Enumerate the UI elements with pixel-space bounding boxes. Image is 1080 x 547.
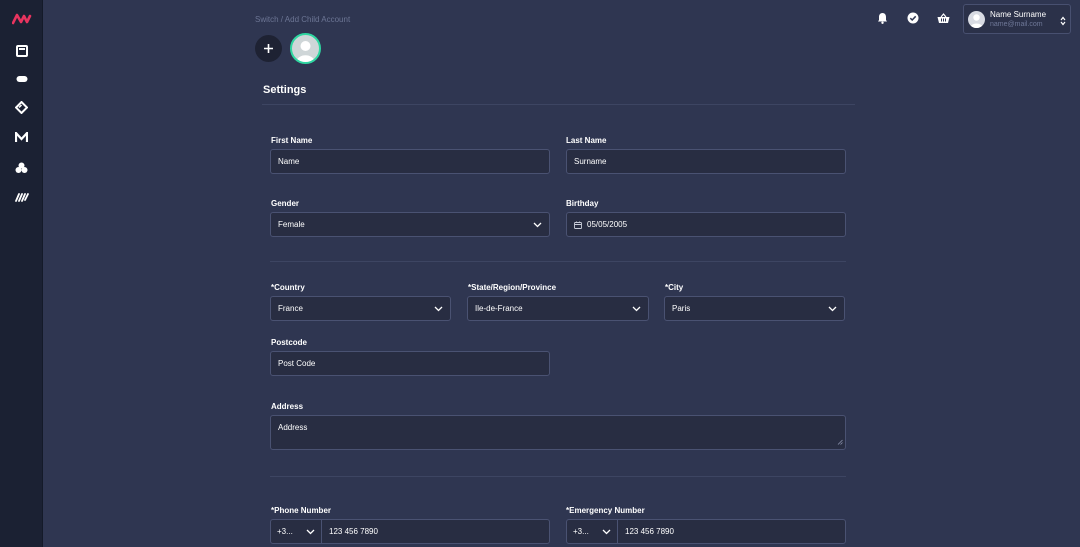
gender-value: Female: [278, 220, 305, 229]
diamond-icon[interactable]: [0, 97, 43, 117]
gender-label: Gender: [271, 199, 300, 208]
country-label: *Country: [271, 283, 305, 292]
calendar-icon: [574, 221, 582, 229]
child-avatar[interactable]: [290, 33, 321, 64]
sidebar: [0, 0, 43, 547]
page-title: Settings: [263, 84, 307, 96]
clover-icon[interactable]: [0, 158, 43, 178]
divider: [270, 261, 846, 262]
logo-icon[interactable]: [0, 9, 43, 29]
state-select[interactable]: Ile-de-France: [467, 296, 649, 321]
basket-icon[interactable]: [935, 10, 951, 26]
phone-prefix-select[interactable]: +3...: [271, 520, 322, 543]
chevron-down-icon: [306, 528, 315, 537]
postcode-label: Postcode: [271, 338, 308, 347]
country-select[interactable]: France: [270, 296, 451, 321]
resize-grip-icon[interactable]: [837, 438, 843, 447]
phone-value: 123 456 7890: [329, 527, 378, 536]
bell-icon[interactable]: [874, 10, 890, 26]
birthday-label: Birthday: [566, 199, 599, 208]
city-value: Paris: [672, 304, 691, 313]
last-name-label: Last Name: [566, 136, 607, 145]
pill-icon[interactable]: [0, 69, 43, 89]
birthday-field[interactable]: 05/05/2005: [566, 212, 846, 237]
chevron-down-icon: [828, 305, 837, 314]
check-circle-icon[interactable]: [905, 10, 921, 26]
first-name-field[interactable]: [270, 149, 550, 174]
add-child-button[interactable]: [255, 35, 282, 62]
chevron-down-icon: [632, 305, 641, 314]
address-label: Address: [271, 402, 304, 411]
postcode-field[interactable]: [270, 351, 550, 376]
gender-select[interactable]: Female: [270, 212, 550, 237]
breadcrumb: Switch / Add Child Account: [255, 15, 351, 24]
m-icon[interactable]: [0, 127, 43, 147]
chevron-down-icon: [434, 305, 443, 314]
phone-prefix-value: +3...: [277, 527, 293, 536]
country-value: France: [278, 304, 303, 313]
first-name-label: First Name: [271, 136, 313, 145]
city-select[interactable]: Paris: [664, 296, 845, 321]
emergency-label: *Emergency Number: [566, 506, 645, 515]
address-value: Address: [278, 423, 308, 432]
brush-icon[interactable]: [0, 187, 43, 207]
emergency-field[interactable]: +3... 123 456 7890: [566, 519, 846, 544]
emergency-prefix-select[interactable]: +3...: [567, 520, 618, 543]
plus-icon: [264, 44, 273, 53]
birthday-value: 05/05/2005: [587, 220, 628, 229]
avatar: [968, 11, 985, 28]
divider: [270, 476, 846, 477]
emergency-value: 123 456 7890: [625, 527, 674, 536]
user-email: name@mail.com: [990, 21, 1043, 28]
user-name: Name Surname: [990, 10, 1047, 19]
state-label: *State/Region/Province: [468, 283, 557, 292]
phone-label: *Phone Number: [271, 506, 332, 515]
user-menu[interactable]: Name Surname name@mail.com: [963, 4, 1071, 34]
divider: [262, 104, 855, 105]
city-label: *City: [665, 283, 684, 292]
chevron-down-icon: [602, 528, 611, 537]
phone-field[interactable]: +3... 123 456 7890: [270, 519, 550, 544]
last-name-field[interactable]: [566, 149, 846, 174]
square-icon[interactable]: [0, 41, 43, 61]
address-textarea[interactable]: Address: [270, 415, 846, 450]
emergency-prefix-value: +3...: [573, 527, 589, 536]
state-value: Ile-de-France: [475, 304, 523, 313]
sort-caret-icon: [1060, 13, 1066, 31]
chevron-down-icon: [533, 221, 542, 230]
